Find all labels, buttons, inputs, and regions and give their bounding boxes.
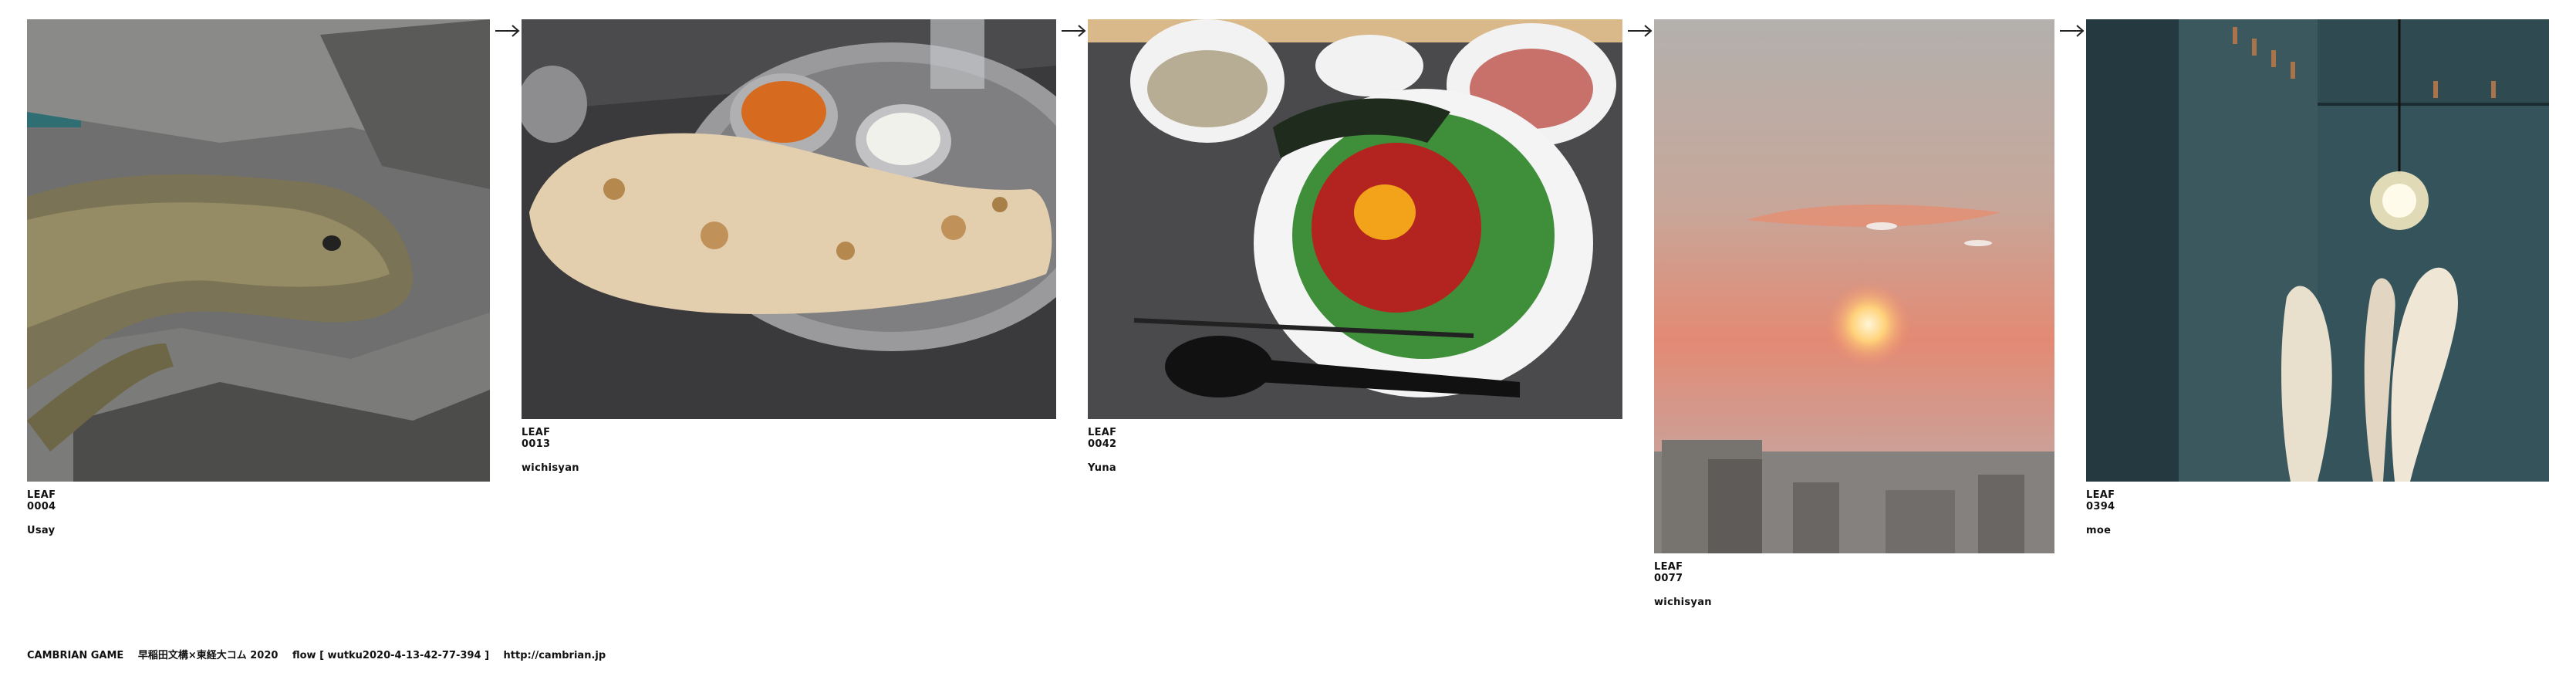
leaf-code: LEAF 0394 [2086, 489, 2115, 512]
leaf-photo[interactable] [522, 19, 1056, 419]
sunset-city-image [1654, 19, 2054, 553]
leaf-code: LEAF 0042 [1088, 427, 1117, 450]
footer-title[interactable]: CAMBRIAN GAME [27, 650, 123, 661]
leaf-photo[interactable] [2086, 19, 2549, 482]
leaf-author[interactable]: Yuna [1088, 462, 1116, 474]
leaf-meta: LEAF 0394 moe [2086, 489, 2115, 536]
right-arrow-icon [1060, 23, 1088, 39]
footer: CAMBRIAN GAME 早稲田文構×東経大コム 2020 flow [ wu… [27, 647, 616, 661]
lizard-image [27, 19, 490, 482]
leaf-meta: LEAF 0013 wichisyan [522, 427, 579, 474]
leaf-code: LEAF 0077 [1654, 561, 1683, 584]
leaf-photo[interactable] [1654, 19, 2054, 553]
leaf-author[interactable]: wichisyan [522, 462, 579, 474]
leaf-meta: LEAF 0077 wichisyan [1654, 561, 1712, 608]
leaf-meta: LEAF 0004 Usay [27, 489, 56, 536]
leaf-photo[interactable] [27, 19, 490, 482]
leaf-code: LEAF 0004 [27, 489, 56, 512]
leaf-author[interactable]: Usay [27, 525, 56, 536]
footer-subtitle: 早稲田文構×東経大コム 2020 [137, 650, 279, 661]
naan-curry-image [522, 19, 1056, 419]
leaf-code: LEAF 0013 [522, 427, 551, 450]
yukhoe-bowl-image [1088, 19, 1622, 419]
pampas-lamp-image [2086, 19, 2549, 482]
right-arrow-icon [494, 23, 522, 39]
leaf-author[interactable]: moe [2086, 525, 2115, 536]
footer-url-link[interactable]: http://cambrian.jp [504, 650, 606, 661]
right-arrow-icon [2058, 23, 2086, 39]
leaf-meta: LEAF 0042 Yuna [1088, 427, 1116, 474]
leaf-photo[interactable] [1088, 19, 1622, 419]
footer-flow: flow [ wutku2020-4-13-42-77-394 ] [292, 650, 490, 661]
leaf-author[interactable]: wichisyan [1654, 597, 1712, 608]
right-arrow-icon [1626, 23, 1654, 39]
